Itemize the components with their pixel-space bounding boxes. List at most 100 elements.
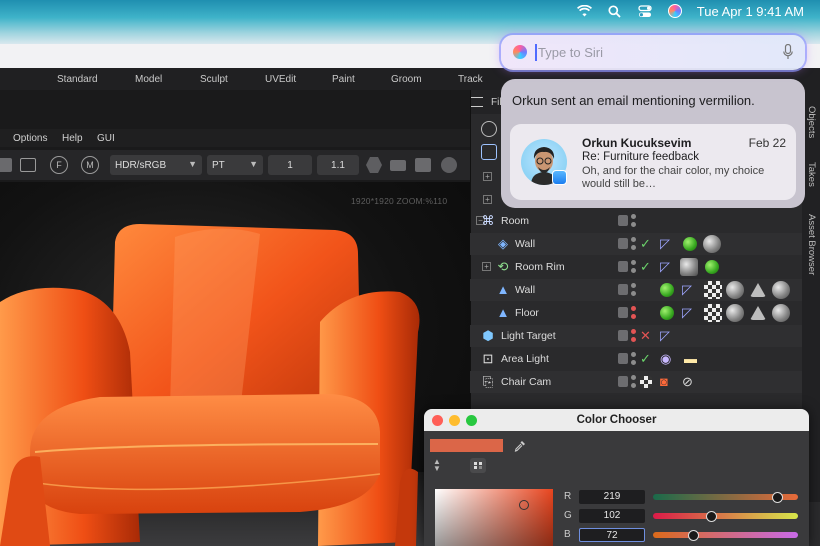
uvw-tag-icon[interactable]	[704, 281, 722, 299]
selection-tag-icon[interactable]	[750, 306, 766, 320]
visibility-dots[interactable]	[631, 237, 636, 251]
camera-icon[interactable]	[415, 158, 431, 172]
material-tag-sphere[interactable]	[772, 281, 790, 299]
eyedropper-icon[interactable]	[514, 440, 526, 452]
wifi-icon[interactable]	[577, 4, 593, 18]
light-glow-tag-icon[interactable]: ▬	[684, 351, 697, 367]
tab-uvedit[interactable]: UVEdit	[265, 74, 296, 85]
layer-toggle[interactable]	[618, 376, 628, 387]
checkmark-icon[interactable]: ✓	[640, 351, 651, 367]
side-tab-objects[interactable]: Objects	[806, 106, 817, 138]
visibility-dots[interactable]	[631, 306, 636, 320]
visibility-dots[interactable]	[631, 283, 636, 297]
channel-r-knob[interactable]	[772, 491, 784, 503]
hexagon-icon[interactable]	[366, 157, 382, 173]
render-region-icon[interactable]	[0, 158, 12, 172]
color-field-handle[interactable]	[519, 500, 529, 510]
uvw-tag-icon[interactable]	[704, 304, 722, 322]
material-tag-sphere[interactable]	[726, 304, 744, 322]
layer-toggle[interactable]	[618, 353, 628, 364]
checkmark-icon[interactable]: ✓	[640, 259, 651, 275]
mail-notification-card[interactable]: Orkun Kucuksevim Feb 22 Re: Furniture fe…	[510, 124, 796, 200]
object-row-floor[interactable]: ▲ Floor ◸	[470, 302, 802, 324]
render-view[interactable]: 1920*1920 ZOOM:%110	[0, 182, 470, 546]
swatch-mode-icon[interactable]	[470, 458, 486, 473]
film-icon[interactable]	[390, 160, 406, 171]
target-tag-icon[interactable]: ◉	[660, 351, 671, 367]
menu-gui[interactable]: GUI	[97, 133, 115, 144]
material-tag-sphere[interactable]	[680, 258, 698, 276]
layer-toggle[interactable]	[618, 330, 628, 341]
menu-options[interactable]: Options	[13, 133, 47, 144]
channel-b-slider[interactable]	[653, 529, 798, 541]
layer-toggle[interactable]	[618, 215, 628, 226]
hamburger-menu-icon[interactable]	[471, 97, 483, 107]
expand-collapse-icon[interactable]: ▲ ▼	[433, 458, 441, 473]
side-tab-asset-browser[interactable]: Asset Browser	[806, 214, 817, 275]
globe-icon[interactable]	[481, 121, 497, 137]
object-row-room-rim[interactable]: + ⟲ Room Rim ✓ ◸	[470, 256, 802, 278]
channel-g-value[interactable]: 102	[579, 509, 645, 523]
layer-toggle[interactable]	[618, 307, 628, 318]
no-entry-icon[interactable]: ⊘	[682, 374, 693, 390]
tab-groom[interactable]: Groom	[391, 74, 422, 85]
layer-toggle[interactable]	[618, 261, 628, 272]
visibility-dots[interactable]	[631, 214, 636, 228]
control-center-icon[interactable]	[637, 4, 653, 18]
menu-help[interactable]: Help	[62, 133, 83, 144]
saturation-value-field[interactable]	[435, 489, 553, 546]
circle-icon[interactable]	[441, 157, 457, 173]
tab-model[interactable]: Model	[135, 74, 162, 85]
visibility-dots[interactable]	[631, 260, 636, 274]
null-object-icon[interactable]	[481, 144, 497, 160]
phong-tag-icon[interactable]: ◸	[682, 305, 692, 321]
protection-tag-icon[interactable]	[640, 376, 652, 388]
selection-tag-icon[interactable]	[750, 283, 766, 297]
visibility-dots[interactable]	[631, 375, 636, 389]
tree-expander[interactable]: +	[482, 262, 491, 271]
object-row-light-target[interactable]: ⬢ Light Target ✕ ◸	[470, 325, 802, 347]
object-row-area-light[interactable]: ⊡ Area Light ✓ ◉ ▬	[470, 348, 802, 370]
material-tag-green[interactable]	[683, 237, 697, 251]
disabled-x-icon[interactable]: ✕	[640, 328, 651, 344]
object-row-chair-cam[interactable]: ⎘ Chair Cam ◙ ⊘	[470, 371, 802, 393]
value-field-b[interactable]: 1.1	[317, 155, 359, 175]
phong-tag-icon[interactable]: ◸	[682, 282, 692, 298]
tab-sculpt[interactable]: Sculpt	[200, 74, 228, 85]
renderer-select[interactable]: PT ▼	[207, 155, 263, 175]
layer-toggle[interactable]	[618, 238, 628, 249]
siri-icon[interactable]	[667, 4, 683, 18]
tree-expander[interactable]: +	[483, 172, 492, 181]
side-tab-takes[interactable]: Takes	[806, 162, 817, 187]
f-stop-icon[interactable]: F	[50, 156, 68, 174]
phong-tag-icon[interactable]: ◸	[660, 259, 670, 275]
channel-b-value[interactable]: 72	[579, 528, 645, 542]
object-row-room[interactable]: − ⌘ Room	[470, 210, 802, 232]
color-profile-select[interactable]: HDR/sRGB ▼	[110, 155, 202, 175]
camera-tag-icon[interactable]: ◙	[660, 374, 668, 390]
visibility-dots[interactable]	[631, 329, 636, 343]
material-tag-green[interactable]	[660, 283, 674, 297]
material-tag-green[interactable]	[705, 260, 719, 274]
object-row-wall[interactable]: ◈ Wall ✓ ◸	[470, 233, 802, 255]
phong-tag-icon[interactable]: ◸	[660, 328, 670, 344]
current-color-swatch[interactable]	[430, 439, 503, 452]
layer-toggle[interactable]	[618, 284, 628, 295]
material-tag-sphere[interactable]	[703, 235, 721, 253]
menubar-clock[interactable]: Tue Apr 1 9:41 AM	[697, 4, 804, 19]
objects-header-label[interactable]: Fil	[491, 97, 502, 108]
channel-g-knob[interactable]	[705, 510, 717, 522]
material-tag-green[interactable]	[660, 306, 674, 320]
tab-track[interactable]: Track	[458, 74, 483, 85]
channel-g-slider[interactable]	[653, 510, 798, 522]
material-icon[interactable]: M	[81, 156, 99, 174]
tab-standard[interactable]: Standard	[57, 74, 98, 85]
material-tag-sphere[interactable]	[772, 304, 790, 322]
value-field-a[interactable]: 1	[268, 155, 312, 175]
tab-paint[interactable]: Paint	[332, 74, 355, 85]
channel-b-knob[interactable]	[688, 529, 700, 541]
phong-tag-icon[interactable]: ◸	[660, 236, 670, 252]
channel-r-value[interactable]: 219	[579, 490, 645, 504]
channel-r-slider[interactable]	[653, 491, 798, 503]
spotlight-search-icon[interactable]	[607, 4, 623, 18]
